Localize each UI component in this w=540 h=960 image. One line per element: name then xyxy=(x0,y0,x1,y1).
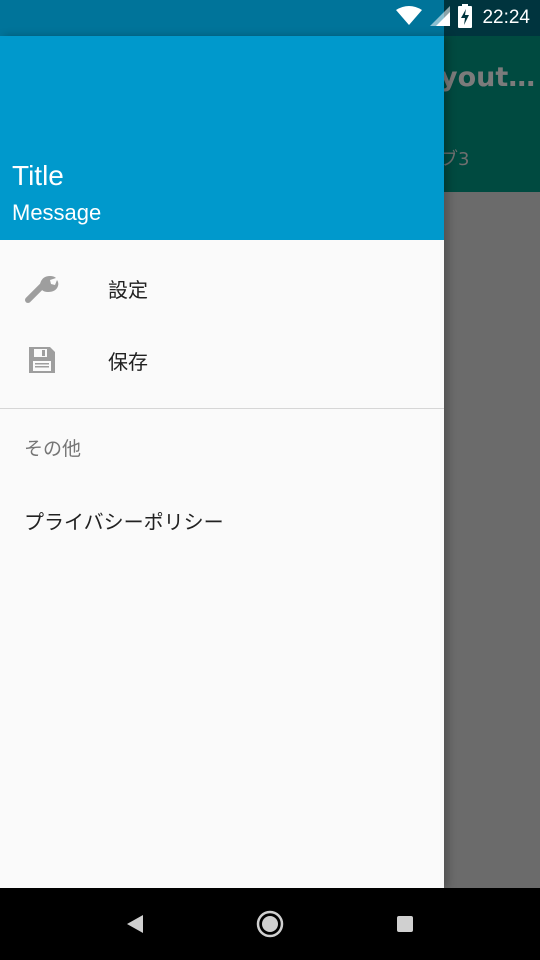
save-icon xyxy=(24,342,60,378)
app-tab[interactable]: ブ3 xyxy=(440,145,469,171)
status-icons: 22:24 xyxy=(396,0,530,36)
app-title: yout… xyxy=(440,62,536,93)
signal-icon xyxy=(430,6,451,30)
recents-icon[interactable] xyxy=(387,906,423,942)
drawer-header: Title Message xyxy=(0,36,444,240)
menu-item-privacy-policy[interactable]: プライバシーポリシー xyxy=(0,482,444,554)
status-time: 22:24 xyxy=(482,7,530,28)
header-message: Message xyxy=(12,200,102,225)
screen: yout… ブ3 22:24 Title Message 設定 保存 その他 プ… xyxy=(0,0,540,960)
back-icon[interactable] xyxy=(117,906,153,942)
menu-item-settings[interactable]: 設定 xyxy=(0,252,444,324)
menu-item-save[interactable]: 保存 xyxy=(0,324,444,396)
menu-item-label: プライバシーポリシー xyxy=(24,510,224,534)
navigation-bar xyxy=(0,888,540,960)
navigation-drawer: Title Message 設定 保存 その他 プライバシーポリシー xyxy=(0,36,444,888)
header-title: Title xyxy=(12,160,64,191)
menu-item-label: 保存 xyxy=(108,349,148,374)
wifi-icon xyxy=(396,6,423,30)
battery-charging-icon xyxy=(458,4,473,32)
home-icon[interactable] xyxy=(252,906,288,942)
divider xyxy=(0,408,444,409)
section-header-other: その他 xyxy=(24,438,82,460)
wrench-icon xyxy=(24,270,60,306)
status-bar: 22:24 xyxy=(0,0,540,36)
menu-item-label: 設定 xyxy=(108,277,148,302)
